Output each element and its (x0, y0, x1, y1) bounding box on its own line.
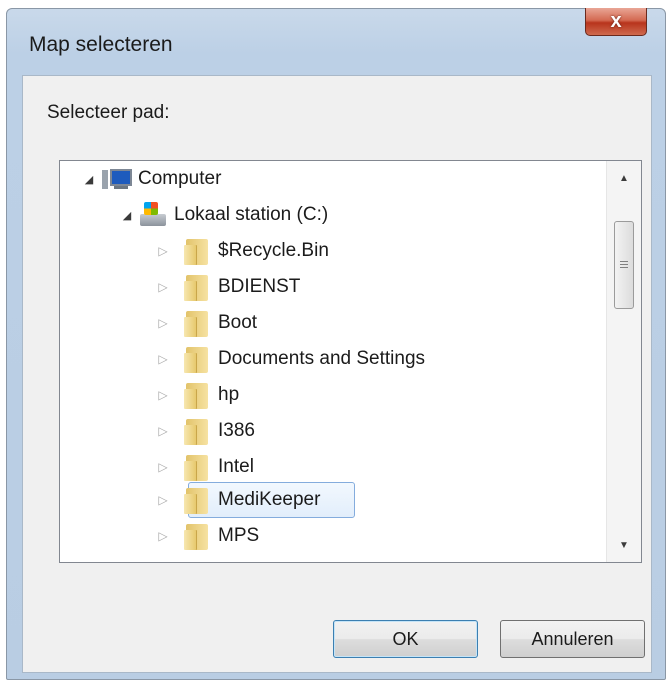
close-icon: x (610, 10, 622, 32)
tree-item-folder[interactable]: ▷ $Recycle.Bin (156, 233, 329, 269)
collapsed-arrow-icon[interactable]: ▷ (156, 460, 170, 474)
collapsed-arrow-icon[interactable]: ▷ (156, 493, 170, 507)
tree-item-label: MediKeeper (218, 489, 321, 510)
tree-item-folder[interactable]: ▷ Documents and Settings (156, 341, 425, 377)
collapsed-arrow-icon[interactable]: ▷ (156, 316, 170, 330)
tree-item-computer[interactable]: ◢ Computer (82, 161, 221, 197)
tree-item-folder[interactable]: ▷ BDIENST (156, 269, 300, 305)
ok-button[interactable]: OK (333, 620, 478, 658)
computer-icon (102, 167, 132, 191)
tree-item-label: Intel (218, 456, 254, 477)
folder-icon (184, 522, 210, 550)
scroll-up-icon[interactable]: ▲ (607, 161, 641, 195)
tree-item-folder[interactable]: ▷ MPS (156, 518, 259, 554)
expanded-arrow-icon[interactable]: ◢ (120, 209, 134, 222)
collapsed-arrow-icon[interactable]: ▷ (156, 280, 170, 294)
grip-icon (620, 260, 628, 270)
collapsed-arrow-icon[interactable]: ▷ (156, 388, 170, 402)
folder-icon (184, 273, 210, 301)
folder-tree[interactable]: ◢ Computer ◢ Lokaal station (C:) ▷ $Recy… (59, 160, 642, 563)
folder-icon (184, 309, 210, 337)
folder-icon (184, 486, 210, 514)
scroll-down-icon[interactable]: ▼ (607, 528, 641, 562)
collapsed-arrow-icon[interactable]: ▷ (156, 352, 170, 366)
folder-icon (184, 381, 210, 409)
tree-item-folder[interactable]: ▷ Intel (156, 449, 254, 485)
tree-item-label: BDIENST (218, 276, 301, 297)
tree-item-drive-c[interactable]: ◢ Lokaal station (C:) (120, 197, 328, 233)
tree-item-folder[interactable]: ▷ Boot (156, 305, 257, 341)
tree-item-label: Boot (218, 312, 258, 333)
scroll-thumb[interactable] (614, 221, 634, 309)
collapsed-arrow-icon[interactable]: ▷ (156, 244, 170, 258)
tree-item-label: $Recycle.Bin (218, 240, 329, 261)
tree-item-folder[interactable]: ▷ I386 (156, 413, 255, 449)
collapsed-arrow-icon[interactable]: ▷ (156, 424, 170, 438)
select-path-label: Selecteer pad: (47, 102, 170, 123)
close-button[interactable]: x (585, 8, 647, 36)
folder-icon (184, 237, 210, 265)
vertical-scrollbar[interactable]: ▲ ▼ (606, 161, 641, 562)
tree-item-folder[interactable]: ▷ hp (156, 377, 239, 413)
collapsed-arrow-icon[interactable]: ▷ (156, 529, 170, 543)
tree-item-label: Documents and Settings (218, 348, 426, 369)
tree-item-label: MPS (218, 525, 260, 546)
tree-item-label: I386 (218, 420, 255, 441)
window-title: Map selecteren (29, 33, 173, 56)
tree-item-folder-selected[interactable]: ▷ MediKeeper (156, 482, 320, 518)
drive-icon (140, 202, 166, 228)
folder-picker-dialog: Map selecteren x Selecteer pad: ◢ Comput… (6, 8, 666, 680)
folder-icon (184, 453, 210, 481)
dialog-body: Selecteer pad: ◢ Computer ◢ Lokaal stati… (22, 75, 652, 673)
tree-item-label: Computer (138, 168, 222, 189)
tree-item-label: Lokaal station (C:) (174, 204, 329, 225)
folder-icon (184, 417, 210, 445)
expanded-arrow-icon[interactable]: ◢ (82, 173, 96, 186)
folder-icon (184, 345, 210, 373)
cancel-button[interactable]: Annuleren (500, 620, 645, 658)
tree-item-label: hp (218, 384, 240, 405)
